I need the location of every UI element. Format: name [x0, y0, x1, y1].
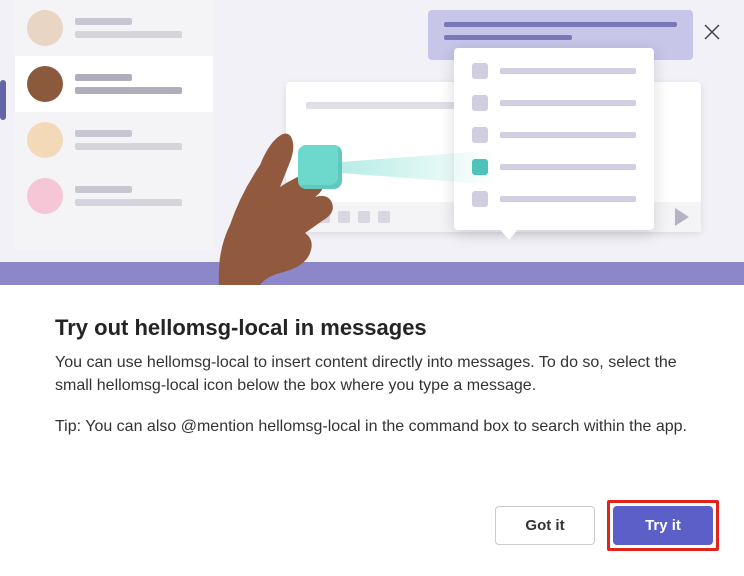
avatar-icon [27, 66, 63, 102]
illustration-hand [160, 95, 400, 285]
avatar-icon [27, 122, 63, 158]
try-it-highlight: Try it [607, 500, 719, 551]
got-it-button[interactable]: Got it [495, 506, 595, 545]
try-it-button[interactable]: Try it [613, 506, 713, 545]
illustration-suggestion-popup [454, 48, 654, 230]
avatar-icon [27, 10, 63, 46]
close-button[interactable] [700, 20, 724, 44]
sidebar-contact-item [15, 0, 213, 56]
avatar-icon [27, 178, 63, 214]
dialog-illustration [0, 0, 744, 285]
dialog-body-1: You can use hellomsg-local to insert con… [55, 351, 689, 397]
sidebar-active-indicator [0, 80, 6, 120]
app-intro-dialog: Try out hellomsg-local in messages You c… [0, 0, 744, 576]
dialog-body-2: Tip: You can also @mention hellomsg-loca… [55, 415, 689, 438]
dialog-title: Try out hellomsg-local in messages [55, 315, 689, 341]
dialog-button-row: Got it Try it [495, 500, 719, 551]
send-icon [675, 208, 689, 226]
close-icon [700, 20, 724, 44]
illustration-app-icon [298, 145, 342, 189]
